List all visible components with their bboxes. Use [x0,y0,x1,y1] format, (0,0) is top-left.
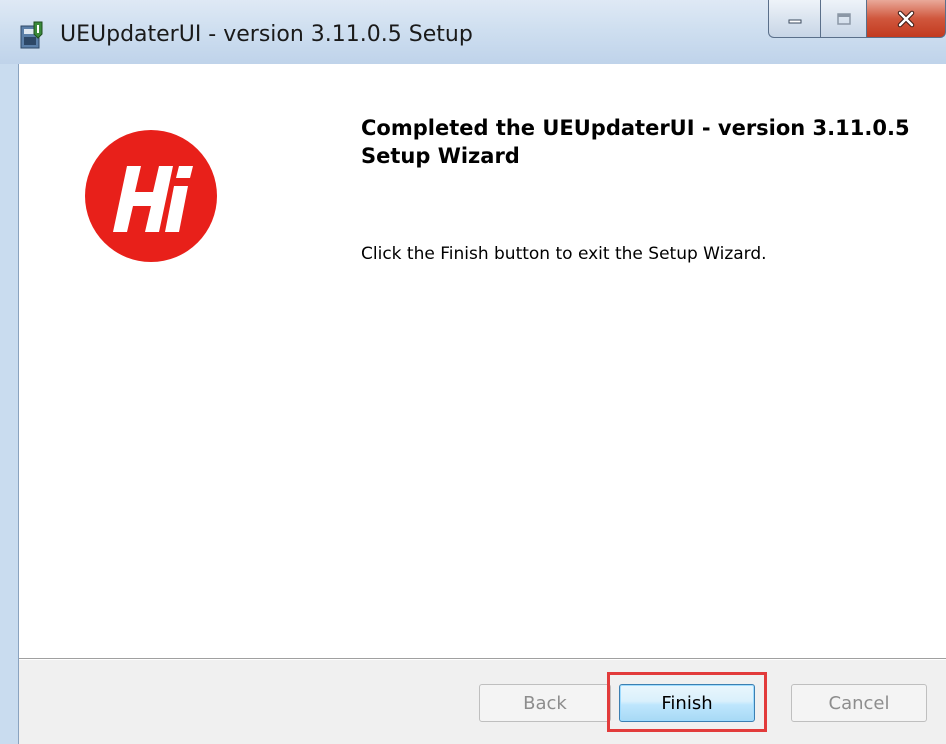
close-icon [897,10,915,27]
close-button[interactable] [866,0,946,38]
wizard-client-area: Completed the UEUpdaterUI - version 3.11… [18,64,946,744]
wizard-heading: Completed the UEUpdaterUI - version 3.11… [361,116,910,168]
back-button[interactable]: Back [479,684,611,722]
minimize-button[interactable] [768,0,820,38]
title-bar[interactable]: UEUpdaterUI - version 3.11.0.5 Setup [0,0,946,64]
installer-icon [20,21,43,49]
cancel-button[interactable]: Cancel [791,684,927,722]
maximize-button[interactable] [820,0,866,38]
wizard-footer: Back Finish Cancel [19,660,946,744]
setup-window: UEUpdaterUI - version 3.11.0.5 Setup Com… [0,0,946,744]
hi-logo-icon [85,130,217,262]
minimize-icon [788,19,801,23]
wizard-message: Click the Finish button to exit the Setu… [361,244,767,264]
finish-button[interactable]: Finish [619,684,755,722]
caption-buttons [768,0,946,46]
window-title: UEUpdaterUI - version 3.11.0.5 Setup [60,22,473,47]
maximize-icon [836,12,851,25]
